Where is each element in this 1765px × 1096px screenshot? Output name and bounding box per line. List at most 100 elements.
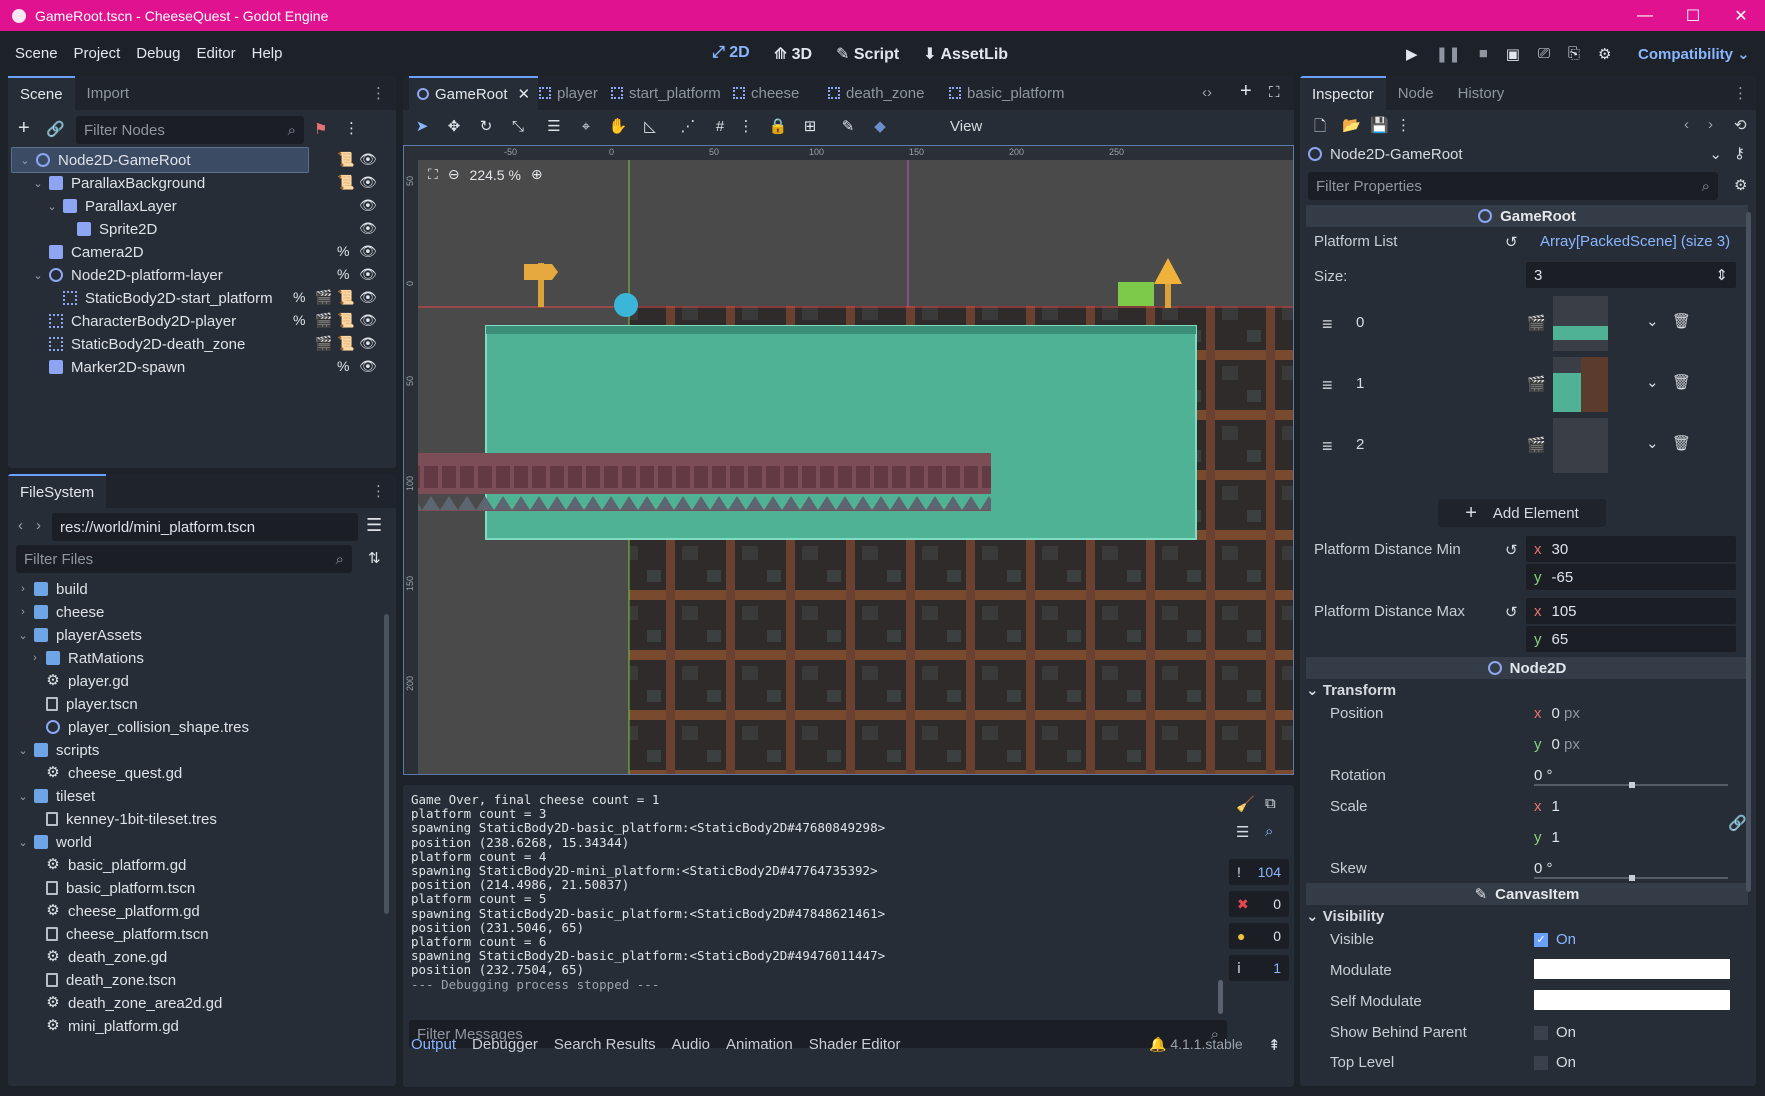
info-count-button[interactable]: ⅰ1 (1229, 955, 1289, 981)
scene-thumbnail[interactable] (1553, 418, 1608, 473)
forward-icon[interactable]: › (36, 517, 41, 534)
save-resource-icon[interactable]: 💾 (1370, 116, 1389, 134)
chevron-icon[interactable]: ⌄ (16, 744, 30, 757)
drag-handle-icon[interactable]: ≡ (1322, 375, 1333, 396)
path-field[interactable]: res://world/mini_platform.tscn (52, 513, 358, 541)
play-icon[interactable]: ▶ (1406, 45, 1418, 63)
visibility-eye-icon[interactable]: 👁 (359, 289, 377, 306)
menu-scene[interactable]: Scene (7, 45, 66, 62)
pan-tool-icon[interactable]: ✋ (605, 114, 631, 138)
workspace-assetlib[interactable]: ⬇ AssetLib (923, 44, 1008, 64)
link-scale-icon[interactable]: 🔗 (1728, 814, 1747, 832)
revert-icon[interactable]: ↺ (1505, 541, 1518, 559)
distraction-free-icon[interactable]: ⛶ (1269, 84, 1280, 101)
open-resource-icon[interactable]: 📂 (1342, 116, 1361, 134)
filter-properties-input[interactable]: Filter Properties ⌕ (1308, 172, 1718, 200)
file-item[interactable]: ⚙ mini_platform.gd (8, 1013, 380, 1039)
output-log[interactable]: Game Over, final cheese count = 1 platfor… (411, 793, 1221, 1013)
chevron-icon[interactable]: › (16, 606, 30, 618)
copy-icon[interactable]: ⧉ (1265, 795, 1276, 812)
lock-icon[interactable]: 🔒 (765, 114, 791, 138)
transform-group[interactable]: ⌄ Transform (1306, 681, 1396, 699)
scene-instance-icon[interactable]: 🎬 (315, 289, 332, 306)
script-icon[interactable]: 📜 (337, 174, 354, 191)
chevron-down-icon[interactable]: ⌄ (31, 177, 45, 190)
bottom-tab-output[interactable]: Output (403, 1036, 464, 1053)
add-element-button[interactable]: + Add Element (1438, 499, 1606, 527)
visibility-eye-icon[interactable]: 👁 (359, 243, 377, 260)
script-filter-icon[interactable]: ⚑ (314, 120, 327, 138)
close-tab-icon[interactable]: ✕ (518, 85, 531, 103)
scrollbar[interactable] (384, 614, 389, 914)
ruler-left[interactable]: 50 0 50 100 150 200 (404, 146, 418, 774)
distance-min-x[interactable]: x 30 (1526, 536, 1736, 562)
tab-filesystem[interactable]: FileSystem (8, 474, 107, 508)
slider-handle[interactable] (1629, 782, 1635, 788)
delete-element-icon[interactable]: 🗑 (1672, 434, 1691, 452)
warnings-count-button[interactable]: ● 0 (1229, 923, 1289, 949)
scene-menu-icon[interactable]: ⋮ (344, 119, 359, 137)
add-tab-icon[interactable]: + (1240, 80, 1252, 103)
smart-snap-icon[interactable]: ⋰ (675, 114, 701, 138)
minimize-icon[interactable]: — (1621, 0, 1669, 31)
history-back-icon[interactable]: ‹ (1684, 116, 1689, 133)
platform-list-value[interactable]: Array[PackedScene] (size 3) (1540, 233, 1730, 250)
show-behind-parent-checkbox[interactable]: On (1534, 1024, 1576, 1041)
delete-element-icon[interactable]: 🗑 (1672, 312, 1691, 330)
visibility-group[interactable]: ⌄ Visibility (1306, 907, 1384, 925)
history-forward-icon[interactable]: › (1708, 116, 1713, 133)
filter-nodes-input[interactable]: Filter Nodes ⌕ (76, 116, 304, 144)
maximize-icon[interactable]: ☐ (1669, 0, 1717, 31)
canvas-viewport[interactable]: -50 0 50 100 150 200 250 50 0 50 100 150 200 ⛶ ⊖ 22… (403, 145, 1294, 775)
drag-handle-icon[interactable]: ≡ (1322, 314, 1333, 335)
rotate-tool-icon[interactable]: ↻ (473, 114, 499, 138)
scene-instance-icon[interactable]: 🎬 (315, 335, 332, 352)
expand-panel-icon[interactable]: ⇞ (1268, 1036, 1281, 1054)
menu-editor[interactable]: Editor (188, 45, 243, 62)
script-icon[interactable]: 📜 (337, 312, 354, 329)
unique-name-icon[interactable]: % (337, 243, 349, 259)
scene-node[interactable]: Marker2D-spawn (11, 354, 393, 380)
play-scene-icon[interactable]: ⎚ (1538, 45, 1550, 63)
distance-min-y[interactable]: y -65 (1526, 564, 1736, 590)
ruler-tool-icon[interactable]: ◺ (637, 114, 663, 138)
snap-options-icon[interactable]: ⋮ (733, 114, 759, 138)
scene-tab-death-zone[interactable]: death_zone (820, 76, 932, 110)
messages-count-button[interactable]: ! 104 (1229, 859, 1289, 885)
chevron-down-icon[interactable]: ⌄ (18, 154, 32, 167)
slider-track[interactable] (1534, 875, 1728, 881)
chevron-down-icon[interactable]: ⌄ (45, 200, 59, 213)
camera-override-icon[interactable]: ◆ (867, 114, 893, 138)
visibility-eye-icon[interactable]: 👁 (359, 151, 377, 168)
scrollbar[interactable] (1746, 212, 1751, 892)
close-window-icon[interactable]: ✕ (1717, 0, 1765, 31)
split-mode-icon[interactable]: ☰ (366, 515, 382, 536)
distance-max-y[interactable]: y 65 (1526, 626, 1736, 652)
drag-handle-icon[interactable]: ≡ (1322, 436, 1333, 457)
scene-thumbnail[interactable] (1553, 296, 1608, 351)
zoom-level[interactable]: 224.5 % (470, 167, 521, 183)
grid-snap-icon[interactable]: # (707, 114, 733, 138)
tab-history[interactable]: History (1446, 76, 1517, 110)
errors-count-button[interactable]: ✖ 0 (1229, 891, 1289, 917)
clear-output-icon[interactable]: 🧹 (1236, 795, 1255, 813)
position-x[interactable]: x0 px (1526, 700, 1736, 726)
bottom-tab-debugger[interactable]: Debugger (464, 1036, 546, 1053)
remote-debug-icon[interactable]: ▣ (1506, 45, 1520, 63)
list-select-icon[interactable]: ☰ (541, 114, 567, 138)
bottom-tab-animation[interactable]: Animation (718, 1036, 801, 1053)
chevron-down-icon[interactable]: ⌄ (31, 269, 45, 282)
resource-menu-icon[interactable]: ⋮ (1396, 116, 1411, 134)
chevron-icon[interactable]: › (28, 652, 42, 664)
scene-tab-player[interactable]: player (531, 76, 606, 110)
visible-checkbox[interactable]: ✓ On (1534, 931, 1576, 948)
menu-project[interactable]: Project (66, 45, 129, 62)
pivot-icon[interactable]: ⌖ (573, 114, 599, 138)
bottom-tab-audio[interactable]: Audio (664, 1036, 718, 1053)
pause-icon[interactable]: ❚❚ (1436, 45, 1461, 63)
scale-tool-icon[interactable]: ⤡ (505, 114, 531, 138)
script-icon[interactable]: 📜 (337, 289, 354, 306)
revert-icon[interactable]: ↺ (1505, 233, 1518, 251)
tab-scroll-icon[interactable]: ‹› (1202, 84, 1212, 101)
workspace-3d[interactable]: ⟰ 3D (774, 44, 812, 64)
